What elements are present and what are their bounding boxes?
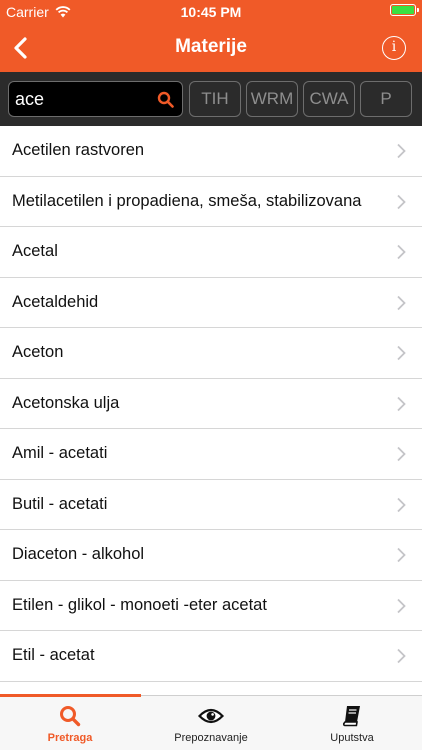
search-field[interactable] <box>8 81 183 117</box>
chevron-right-icon <box>397 244 406 260</box>
chevron-right-icon <box>397 497 406 512</box>
search-icon[interactable] <box>157 91 174 108</box>
status-bar: Carrier 10:45 PM <box>0 0 422 24</box>
battery-icon <box>390 4 419 16</box>
search-icon <box>60 706 81 727</box>
substance-list: Acetilen rastvoren Metilacetilen i propa… <box>0 126 422 695</box>
list-item-label: Etilen - glikol - monoeti -eter acetat <box>12 595 267 614</box>
info-icon: i <box>391 39 397 55</box>
chevron-right-icon <box>397 547 406 563</box>
filter-tih-button[interactable]: TIH <box>189 81 241 117</box>
list-item-label: Acetilen rastvoren <box>12 141 145 160</box>
chevron-right-icon <box>397 194 406 209</box>
info-button[interactable]: i <box>382 36 406 60</box>
tab-label: Pretraga <box>47 732 93 744</box>
list-item[interactable]: Acetal <box>0 227 422 278</box>
list-item-label: Acetonska ulja <box>12 393 120 412</box>
status-right <box>388 4 419 16</box>
filter-cwa-button[interactable]: CWA <box>303 81 355 117</box>
search-input[interactable] <box>15 86 155 112</box>
chevron-right-icon <box>397 143 406 159</box>
list-item-label: Diaceton - alkohol <box>12 545 145 564</box>
tab-bar: Pretraga Prepoznavanje Uputstva <box>0 694 422 750</box>
list-item[interactable]: Amil - acetati <box>0 429 422 480</box>
chevron-right-icon <box>397 396 406 411</box>
list-item[interactable]: Etilen - glikol - monoeti -eter acetat <box>0 581 422 631</box>
filter-wrm-button[interactable]: WRM <box>246 81 298 117</box>
list-item[interactable]: Butil - acetati <box>0 480 422 530</box>
list-item[interactable]: Acetaldehid <box>0 278 422 328</box>
chevron-right-icon <box>397 345 406 361</box>
list-item[interactable]: Metilacetilen i propadiena, smeša, stabi… <box>0 177 422 227</box>
list-item[interactable]: Acetilen rastvoren <box>0 126 422 177</box>
filter-p-button[interactable]: P <box>360 81 412 117</box>
chevron-right-icon <box>397 648 406 664</box>
chevron-right-icon <box>397 446 406 462</box>
list-item[interactable]: Diaceton - alkohol <box>0 530 422 581</box>
book-icon <box>342 706 360 727</box>
chevron-right-icon <box>397 295 406 310</box>
tab-uputstva[interactable]: Uputstva <box>282 696 422 750</box>
list-item-label: Metilacetilen i propadiena, smeša, stabi… <box>12 191 362 210</box>
list-item-label: Acetaldehid <box>12 292 99 311</box>
tab-pretraga[interactable]: Pretraga <box>0 696 140 750</box>
list-item[interactable]: Aceton <box>0 328 422 379</box>
tab-label: Prepoznavanje <box>174 732 248 744</box>
chevron-right-icon <box>397 598 406 613</box>
filter-bar: TIH WRM CWA P <box>0 72 422 126</box>
list-item[interactable]: Acetonska ulja <box>0 379 422 429</box>
tab-prepoznavanje[interactable]: Prepoznavanje <box>141 696 281 750</box>
status-time: 10:45 PM <box>180 4 242 20</box>
list-item-label: Etil - acetat <box>12 646 95 665</box>
list-item-label: Butil - acetati <box>12 494 108 513</box>
eye-icon <box>198 708 224 724</box>
page-title: Materije <box>175 36 247 57</box>
list-item-label: Acetal <box>12 242 58 261</box>
list-item[interactable]: Etil - acetat <box>0 631 422 682</box>
tab-label: Uputstva <box>330 732 374 744</box>
list-item-label: Aceton <box>12 343 64 362</box>
list-item-label: Amil - acetati <box>12 444 108 463</box>
nav-bar: Materije i <box>0 24 422 72</box>
